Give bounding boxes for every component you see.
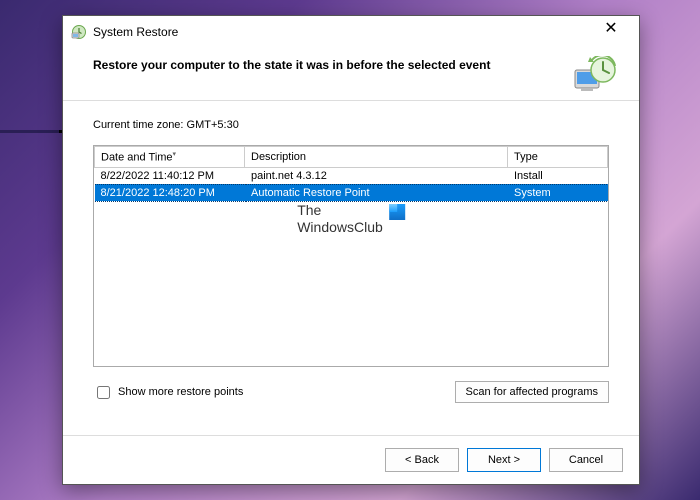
timezone-label: Current time zone: GMT+5:30 (93, 119, 609, 131)
cell-date: 8/21/2022 12:48:20 PM (95, 184, 245, 201)
table-row[interactable]: 8/22/2022 11:40:12 PM paint.net 4.3.12 I… (95, 167, 608, 184)
close-button[interactable]: ✕ (591, 18, 631, 46)
system-restore-icon (71, 24, 87, 40)
cell-desc: paint.net 4.3.12 (245, 167, 508, 184)
scan-affected-button[interactable]: Scan for affected programs (455, 381, 609, 403)
column-date-label: Date and Time (101, 152, 173, 164)
column-description[interactable]: Description (245, 147, 508, 168)
watermark: The WindowsClub (297, 202, 405, 236)
titlebar: System Restore ✕ (63, 16, 639, 48)
options-row: Show more restore points Scan for affect… (93, 381, 609, 403)
watermark-text: The WindowsClub (297, 202, 383, 236)
sort-indicator-icon: ▾ (173, 151, 177, 158)
system-restore-window: System Restore ✕ Restore your computer t… (62, 15, 640, 485)
column-date[interactable]: Date and Time▾ (95, 147, 245, 168)
watermark-line1: The (297, 202, 383, 219)
show-more-checkbox[interactable]: Show more restore points (93, 383, 243, 402)
cell-desc: Automatic Restore Point (245, 184, 508, 201)
window-title: System Restore (93, 25, 591, 39)
cancel-button[interactable]: Cancel (549, 448, 623, 472)
cell-type: Install (508, 167, 608, 184)
restore-clock-icon (573, 56, 619, 96)
windowsclub-logo-icon (389, 204, 405, 220)
cell-date: 8/22/2022 11:40:12 PM (95, 167, 245, 184)
edge-decoration (0, 130, 62, 133)
wizard-header: Restore your computer to the state it wa… (63, 48, 639, 101)
cell-type: System (508, 184, 608, 201)
column-type[interactable]: Type (508, 147, 608, 168)
show-more-label: Show more restore points (118, 386, 243, 398)
back-button[interactable]: < Back (385, 448, 459, 472)
table-row[interactable]: 8/21/2022 12:48:20 PM Automatic Restore … (95, 184, 608, 201)
show-more-checkbox-input[interactable] (97, 386, 110, 399)
wizard-body: Current time zone: GMT+5:30 Date and Tim… (63, 101, 639, 435)
wizard-footer: < Back Next > Cancel (63, 435, 639, 484)
wizard-heading: Restore your computer to the state it wa… (93, 56, 573, 72)
table-header-row: Date and Time▾ Description Type (95, 147, 608, 168)
next-button[interactable]: Next > (467, 448, 541, 472)
restore-points-table[interactable]: Date and Time▾ Description Type 8/22/202… (93, 145, 609, 367)
watermark-line2: WindowsClub (297, 219, 383, 236)
